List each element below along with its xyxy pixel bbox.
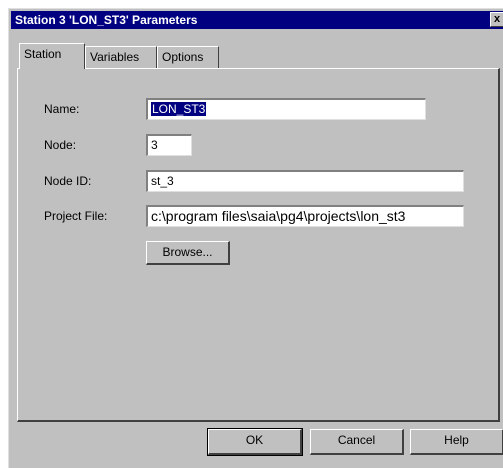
node-field-value: 3 — [151, 138, 158, 152]
tab-options[interactable]: Options — [157, 46, 219, 68]
close-icon[interactable]: x — [490, 12, 503, 27]
station-tab-panel: Name: LON_ST3 Node: 3 Node ID: st_3 Proj… — [17, 68, 500, 422]
title-bar[interactable]: Station 3 'LON_ST3' Parameters x — [11, 11, 503, 29]
name-label: Name: — [44, 102, 80, 116]
project-file-field-value: c:\program files\saia\pg4\projects\lon_s… — [151, 208, 406, 224]
browse-button[interactable]: Browse... — [146, 241, 230, 265]
tab-station-label: Station — [24, 47, 62, 61]
tab-options-label: Options — [162, 50, 204, 64]
tab-station[interactable]: Station — [19, 43, 85, 71]
name-field[interactable]: LON_ST3 — [146, 98, 426, 120]
node-id-field[interactable]: st_3 — [146, 170, 464, 192]
browse-button-label: Browse... — [162, 245, 213, 259]
name-field-value: LON_ST3 — [151, 102, 207, 116]
node-id-label: Node ID: — [44, 174, 92, 188]
tab-variables[interactable]: Variables — [85, 46, 157, 68]
node-field[interactable]: 3 — [146, 134, 192, 156]
ok-button[interactable]: OK — [207, 428, 303, 456]
project-file-field[interactable]: c:\program files\saia\pg4\projects\lon_s… — [146, 205, 464, 227]
cancel-button-label: Cancel — [337, 433, 376, 447]
help-button-label: Help — [444, 433, 469, 447]
ok-button-label: OK — [245, 433, 264, 447]
node-id-field-value: st_3 — [151, 174, 174, 188]
cancel-button[interactable]: Cancel — [310, 429, 404, 455]
help-button[interactable]: Help — [410, 429, 503, 455]
node-label: Node: — [44, 138, 77, 152]
project-file-label: Project File: — [44, 209, 108, 223]
window-title: Station 3 'LON_ST3' Parameters — [15, 13, 198, 27]
dialog-window: Station 3 'LON_ST3' Parameters x Station… — [8, 8, 503, 468]
tab-variables-label: Variables — [90, 50, 140, 64]
